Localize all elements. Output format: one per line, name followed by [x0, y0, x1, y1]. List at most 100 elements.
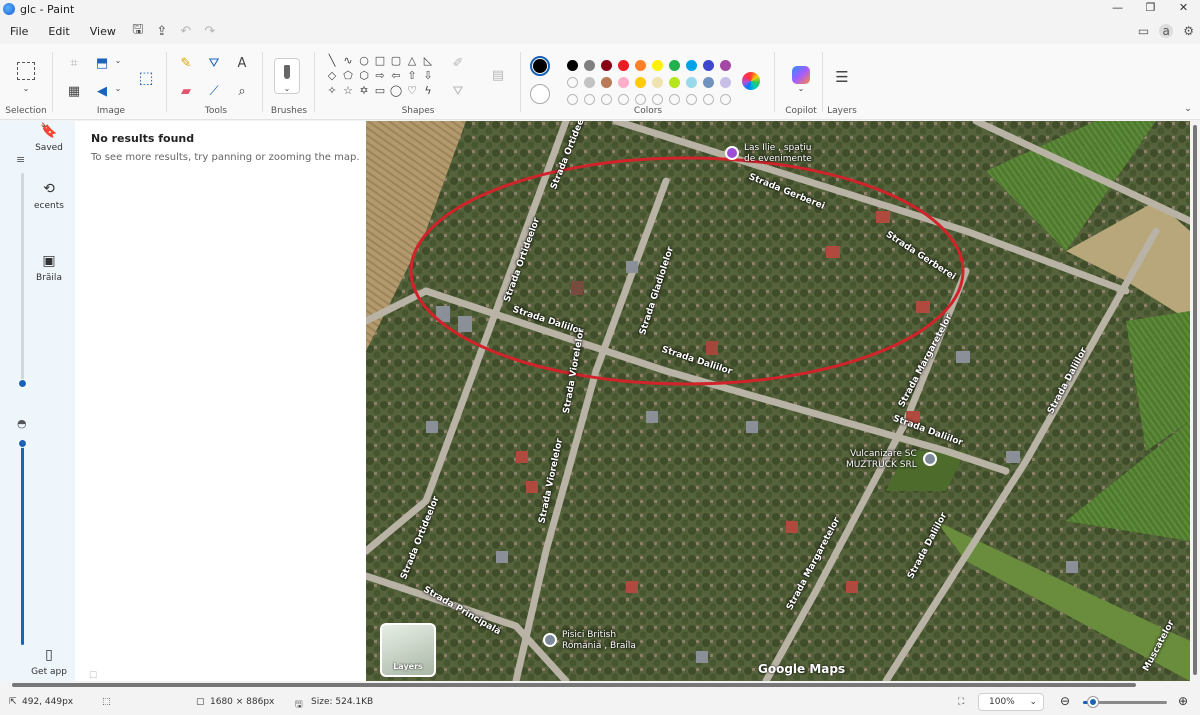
image-generator-icon[interactable]: ⬚ — [136, 68, 156, 87]
resize-dropdown-icon[interactable]: ⌄ — [108, 56, 128, 65]
location-item[interactable]: ▣ Brăila — [24, 253, 74, 283]
pentagon-shape-icon[interactable]: ⬠ — [340, 69, 356, 84]
copilot-icon[interactable] — [792, 66, 810, 84]
primary-color-swatch[interactable] — [530, 56, 550, 76]
six-point-star-shape-icon[interactable]: ✡ — [356, 84, 372, 99]
results-footer-checkbox[interactable]: ☐ — [89, 671, 97, 681]
color-swatch[interactable] — [703, 77, 714, 88]
horizontal-scroll-thumb[interactable] — [12, 683, 1136, 687]
vertical-scrollbar[interactable] — [1190, 121, 1200, 681]
copilot-dropdown-icon[interactable]: ⌄ — [791, 84, 811, 93]
poi-pisici-british[interactable]: Pisici British Romania , Braila — [562, 630, 636, 652]
rounded-rectangle-shape-icon[interactable]: ▢ — [388, 54, 404, 69]
horizontal-scrollbar[interactable] — [0, 681, 1200, 689]
color-swatch[interactable] — [652, 77, 663, 88]
close-button[interactable]: ✕ — [1167, 0, 1200, 18]
vertical-scroll-thumb[interactable] — [1193, 125, 1197, 675]
five-point-star-shape-icon[interactable]: ☆ — [340, 84, 356, 99]
eraser-icon[interactable]: ▰ — [176, 84, 196, 99]
rotate-dropdown-icon[interactable]: ⌄ — [108, 84, 128, 93]
left-arrow-shape-icon[interactable]: ⇦ — [388, 69, 404, 84]
share-icon[interactable]: ⇪ — [150, 24, 174, 39]
color-swatch[interactable] — [601, 60, 612, 71]
custom-color-slot[interactable] — [720, 94, 731, 105]
oval-shape-icon[interactable]: ○ — [356, 54, 372, 69]
color-swatch[interactable] — [720, 77, 731, 88]
color-swatch[interactable] — [618, 60, 629, 71]
background-removal-icon[interactable]: ▦ — [64, 84, 84, 99]
brush-dropdown-icon[interactable]: ⌄ — [277, 84, 297, 93]
menu-view[interactable]: View — [80, 25, 126, 38]
settings-gear-icon[interactable]: ⚙ — [1183, 24, 1194, 38]
poi-las-ilie[interactable]: Las Ilie , spațiu de evenimente — [744, 143, 812, 165]
shape-fill-icon[interactable]: ⛛ — [448, 84, 468, 99]
chat-icon[interactable]: ▭ — [1138, 24, 1149, 38]
magnifier-icon[interactable]: ⌕ — [232, 84, 252, 99]
account-avatar-icon[interactable]: a — [1159, 24, 1174, 38]
edit-colors-icon[interactable] — [742, 72, 760, 90]
zoom-level-select[interactable]: 100% ⌄ — [978, 693, 1044, 711]
recents-item[interactable]: ⟲ ecents — [24, 181, 74, 211]
pencil-icon[interactable]: ✎ — [176, 56, 196, 71]
color-swatch[interactable] — [584, 77, 595, 88]
saved-item[interactable]: 🔖 Saved — [24, 123, 74, 153]
down-arrow-shape-icon[interactable]: ⇩ — [420, 69, 436, 84]
minimize-button[interactable]: — — [1101, 0, 1134, 18]
diamond-shape-icon[interactable]: ◇ — [324, 69, 340, 84]
menu-file[interactable]: File — [0, 25, 38, 38]
color-swatch[interactable] — [635, 60, 646, 71]
custom-color-slot[interactable] — [703, 94, 714, 105]
menu-edit[interactable]: Edit — [38, 25, 79, 38]
zoom-out-icon[interactable]: ⊖ — [1060, 694, 1070, 708]
color-swatch[interactable] — [686, 60, 697, 71]
secondary-color-swatch[interactable] — [530, 84, 550, 104]
text-tool-icon[interactable]: A — [232, 56, 252, 71]
custom-color-slot[interactable] — [618, 94, 629, 105]
color-swatch[interactable] — [584, 60, 595, 71]
custom-color-slot[interactable] — [584, 94, 595, 105]
up-arrow-shape-icon[interactable]: ⇧ — [404, 69, 420, 84]
right-arrow-shape-icon[interactable]: ⇨ — [372, 69, 388, 84]
triangle-shape-icon[interactable]: △ — [404, 54, 420, 69]
lightning-shape-icon[interactable]: ϟ — [420, 84, 436, 99]
color-swatch[interactable] — [720, 60, 731, 71]
color-swatch[interactable] — [618, 77, 629, 88]
fit-to-window-icon[interactable]: ⛶ — [958, 697, 964, 707]
color-swatch[interactable] — [703, 60, 714, 71]
custom-color-slot[interactable] — [601, 94, 612, 105]
rectangle-shape-icon[interactable]: □ — [372, 54, 388, 69]
selection-dropdown-icon[interactable]: ⌄ — [16, 84, 36, 93]
curve-shape-icon[interactable]: ∿ — [340, 54, 356, 69]
save-icon[interactable]: 🖫 — [126, 20, 150, 42]
custom-color-slot[interactable] — [567, 94, 578, 105]
color-picker-icon[interactable]: ⟋ — [204, 84, 224, 99]
zoom-in-icon[interactable]: ⊕ — [1178, 694, 1188, 708]
color-swatch[interactable] — [635, 77, 646, 88]
ribbon-collapse-icon[interactable]: ⌄ — [1178, 104, 1198, 114]
four-point-star-shape-icon[interactable]: ✧ — [324, 84, 340, 99]
custom-color-slot[interactable] — [652, 94, 663, 105]
size-slider-knob[interactable] — [18, 379, 27, 388]
custom-color-slot[interactable] — [669, 94, 680, 105]
color-swatch[interactable] — [669, 77, 680, 88]
redo-icon[interactable]: ↷ — [198, 24, 222, 39]
size-slider-track[interactable] — [21, 173, 24, 385]
outline-icon[interactable]: ✐ — [448, 56, 468, 71]
location-pin-icon[interactable] — [923, 452, 937, 466]
zoom-slider-knob[interactable] — [1088, 697, 1098, 707]
location-pin-icon[interactable] — [543, 633, 557, 647]
opacity-slider-knob[interactable] — [18, 439, 27, 448]
poi-vulcanizare[interactable]: Vulcanizare SC MUZTRUCK SRL — [846, 449, 917, 471]
heart-shape-icon[interactable]: ♡ — [404, 84, 420, 99]
color-swatch[interactable] — [601, 77, 612, 88]
color-swatch[interactable] — [567, 60, 578, 71]
custom-color-slot[interactable] — [635, 94, 646, 105]
map-layers-button[interactable]: Layers — [380, 623, 436, 677]
color-swatch[interactable] — [669, 60, 680, 71]
fill-bucket-icon[interactable]: ⛛ — [204, 56, 224, 71]
custom-color-slot[interactable] — [686, 94, 697, 105]
select-rectangle-icon[interactable] — [17, 62, 35, 80]
get-app-item[interactable]: ▯ Get app — [24, 647, 74, 677]
maximize-button[interactable]: ❐ — [1134, 0, 1167, 18]
event-venue-pin-icon[interactable] — [725, 146, 739, 160]
